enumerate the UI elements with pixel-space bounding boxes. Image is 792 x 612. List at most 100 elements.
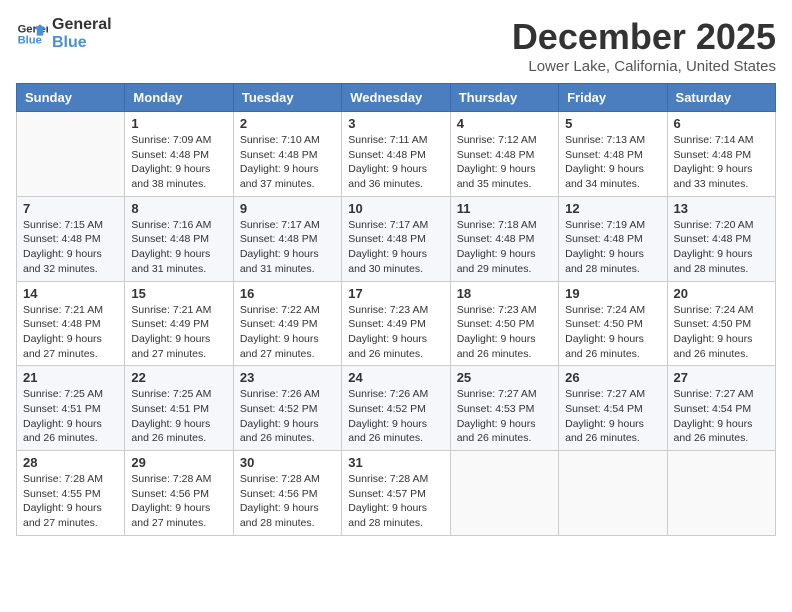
- calendar-cell: 8Sunrise: 7:16 AMSunset: 4:48 PMDaylight…: [125, 196, 233, 281]
- day-info: Sunrise: 7:28 AMSunset: 4:57 PMDaylight:…: [348, 472, 443, 531]
- day-number: 31: [348, 455, 443, 470]
- day-number: 3: [348, 116, 443, 131]
- day-number: 23: [240, 370, 335, 385]
- day-info: Sunrise: 7:24 AMSunset: 4:50 PMDaylight:…: [674, 303, 769, 362]
- calendar-cell: 1 Sunrise: 7:09 AMSunset: 4:48 PMDaylight…: [125, 112, 233, 197]
- location: Lower Lake, California, United States: [512, 58, 776, 75]
- day-number: 29: [131, 455, 226, 470]
- day-number: 12: [565, 201, 660, 216]
- day-info: Sunrise: 7:26 AMSunset: 4:52 PMDaylight:…: [348, 387, 443, 446]
- calendar-cell: 23 Sunrise: 7:26 AMSunset: 4:52 PMDayligh…: [233, 366, 341, 451]
- calendar-cell: 4 Sunrise: 7:12 AMSunset: 4:48 PMDaylight…: [450, 112, 558, 197]
- day-number: 9: [240, 201, 335, 216]
- day-number: 19: [565, 286, 660, 301]
- weekday-header-tuesday: Tuesday: [233, 84, 341, 112]
- day-number: 30: [240, 455, 335, 470]
- day-number: 17: [348, 286, 443, 301]
- calendar-cell: 26 Sunrise: 7:27 AMSunset: 4:54 PMDayligh…: [559, 366, 667, 451]
- day-info: Sunrise: 7:27 AMSunset: 4:54 PMDaylight:…: [565, 387, 660, 446]
- calendar-cell: 27 Sunrise: 7:27 AMSunset: 4:54 PMDayligh…: [667, 366, 775, 451]
- calendar-cell: 16Sunrise: 7:22 AMSunset: 4:49 PMDayligh…: [233, 281, 341, 366]
- calendar-cell: 2 Sunrise: 7:10 AMSunset: 4:48 PMDaylight…: [233, 112, 341, 197]
- calendar-cell: 9Sunrise: 7:17 AMSunset: 4:48 PMDaylight…: [233, 196, 341, 281]
- day-number: 16: [240, 286, 335, 301]
- day-number: 13: [674, 201, 769, 216]
- day-info: Sunrise: 7:25 AMSunset: 4:51 PMDaylight:…: [23, 387, 118, 446]
- calendar-cell: 13 Sunrise: 7:20 AMSunset: 4:48 PMDayligh…: [667, 196, 775, 281]
- day-info: Sunrise: 7:14 AMSunset: 4:48 PMDaylight:…: [674, 133, 769, 192]
- day-number: 2: [240, 116, 335, 131]
- day-info: Sunrise: 7:24 AMSunset: 4:50 PMDaylight:…: [565, 303, 660, 362]
- logo-line1: General: [52, 16, 112, 34]
- day-number: 18: [457, 286, 552, 301]
- calendar-cell: [450, 451, 558, 536]
- day-number: 14: [23, 286, 118, 301]
- weekday-header-sunday: Sunday: [17, 84, 125, 112]
- calendar-cell: 31 Sunrise: 7:28 AMSunset: 4:57 PMDayligh…: [342, 451, 450, 536]
- weekday-header-thursday: Thursday: [450, 84, 558, 112]
- calendar-cell: 11 Sunrise: 7:18 AMSunset: 4:48 PMDayligh…: [450, 196, 558, 281]
- day-info: Sunrise: 7:17 AMSunset: 4:48 PMDaylight:…: [348, 218, 443, 277]
- calendar-cell: 22Sunrise: 7:25 AMSunset: 4:51 PMDayligh…: [125, 366, 233, 451]
- day-number: 11: [457, 201, 552, 216]
- calendar-cell: 21Sunrise: 7:25 AMSunset: 4:51 PMDayligh…: [17, 366, 125, 451]
- weekday-header-saturday: Saturday: [667, 84, 775, 112]
- calendar-week-row: 21Sunrise: 7:25 AMSunset: 4:51 PMDayligh…: [17, 366, 776, 451]
- calendar-cell: 20 Sunrise: 7:24 AMSunset: 4:50 PMDayligh…: [667, 281, 775, 366]
- day-info: Sunrise: 7:25 AMSunset: 4:51 PMDaylight:…: [131, 387, 226, 446]
- day-number: 5: [565, 116, 660, 131]
- weekday-header-wednesday: Wednesday: [342, 84, 450, 112]
- svg-text:General: General: [18, 23, 48, 35]
- calendar-cell: 28Sunrise: 7:28 AMSunset: 4:55 PMDayligh…: [17, 451, 125, 536]
- day-info: Sunrise: 7:15 AMSunset: 4:48 PMDaylight:…: [23, 218, 118, 277]
- day-info: Sunrise: 7:26 AMSunset: 4:52 PMDaylight:…: [240, 387, 335, 446]
- calendar-cell: 14 Sunrise: 7:21 AMSunset: 4:48 PMDayligh…: [17, 281, 125, 366]
- calendar-cell: 15 Sunrise: 7:21 AMSunset: 4:49 PMDayligh…: [125, 281, 233, 366]
- day-info: Sunrise: 7:21 AMSunset: 4:48 PMDaylight:…: [23, 303, 118, 362]
- calendar-week-row: 1 Sunrise: 7:09 AMSunset: 4:48 PMDaylight…: [17, 112, 776, 197]
- day-info: Sunrise: 7:19 AMSunset: 4:48 PMDaylight:…: [565, 218, 660, 277]
- day-info: Sunrise: 7:13 AMSunset: 4:48 PMDaylight:…: [565, 133, 660, 192]
- day-info: Sunrise: 7:23 AMSunset: 4:49 PMDaylight:…: [348, 303, 443, 362]
- calendar-cell: [17, 112, 125, 197]
- day-number: 15: [131, 286, 226, 301]
- day-info: Sunrise: 7:09 AMSunset: 4:48 PMDaylight:…: [131, 133, 226, 192]
- day-info: Sunrise: 7:23 AMSunset: 4:50 PMDaylight:…: [457, 303, 552, 362]
- calendar-week-row: 14 Sunrise: 7:21 AMSunset: 4:48 PMDayligh…: [17, 281, 776, 366]
- day-number: 6: [674, 116, 769, 131]
- day-number: 25: [457, 370, 552, 385]
- calendar-cell: 18 Sunrise: 7:23 AMSunset: 4:50 PMDayligh…: [450, 281, 558, 366]
- calendar-cell: 29 Sunrise: 7:28 AMSunset: 4:56 PMDayligh…: [125, 451, 233, 536]
- day-info: Sunrise: 7:28 AMSunset: 4:56 PMDaylight:…: [240, 472, 335, 531]
- day-number: 27: [674, 370, 769, 385]
- calendar-cell: 19 Sunrise: 7:24 AMSunset: 4:50 PMDayligh…: [559, 281, 667, 366]
- day-info: Sunrise: 7:12 AMSunset: 4:48 PMDaylight:…: [457, 133, 552, 192]
- day-info: Sunrise: 7:28 AMSunset: 4:55 PMDaylight:…: [23, 472, 118, 531]
- day-number: 1: [131, 116, 226, 131]
- calendar-cell: 12 Sunrise: 7:19 AMSunset: 4:48 PMDayligh…: [559, 196, 667, 281]
- svg-text:Blue: Blue: [18, 34, 42, 46]
- calendar-cell: [667, 451, 775, 536]
- day-info: Sunrise: 7:27 AMSunset: 4:54 PMDaylight:…: [674, 387, 769, 446]
- day-info: Sunrise: 7:21 AMSunset: 4:49 PMDaylight:…: [131, 303, 226, 362]
- calendar-cell: 3Sunrise: 7:11 AMSunset: 4:48 PMDaylight…: [342, 112, 450, 197]
- title-block: December 2025 Lower Lake, California, Un…: [512, 16, 776, 75]
- calendar-cell: 25 Sunrise: 7:27 AMSunset: 4:53 PMDayligh…: [450, 366, 558, 451]
- day-number: 7: [23, 201, 118, 216]
- day-number: 24: [348, 370, 443, 385]
- weekday-header-friday: Friday: [559, 84, 667, 112]
- calendar-cell: 10Sunrise: 7:17 AMSunset: 4:48 PMDayligh…: [342, 196, 450, 281]
- logo-icon: General Blue: [16, 18, 48, 50]
- day-info: Sunrise: 7:18 AMSunset: 4:48 PMDaylight:…: [457, 218, 552, 277]
- day-number: 20: [674, 286, 769, 301]
- day-number: 8: [131, 201, 226, 216]
- calendar-cell: 17 Sunrise: 7:23 AMSunset: 4:49 PMDayligh…: [342, 281, 450, 366]
- calendar-cell: [559, 451, 667, 536]
- day-number: 4: [457, 116, 552, 131]
- day-number: 26: [565, 370, 660, 385]
- day-info: Sunrise: 7:20 AMSunset: 4:48 PMDaylight:…: [674, 218, 769, 277]
- day-info: Sunrise: 7:28 AMSunset: 4:56 PMDaylight:…: [131, 472, 226, 531]
- day-info: Sunrise: 7:10 AMSunset: 4:48 PMDaylight:…: [240, 133, 335, 192]
- weekday-header-monday: Monday: [125, 84, 233, 112]
- day-info: Sunrise: 7:27 AMSunset: 4:53 PMDaylight:…: [457, 387, 552, 446]
